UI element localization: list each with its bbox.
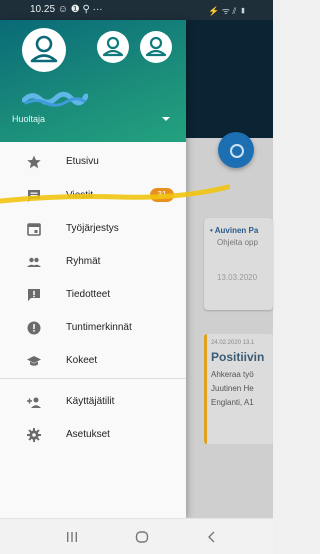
- other-account-avatar[interactable]: [140, 31, 172, 63]
- card-subject: Ohjeita opp: [217, 238, 258, 247]
- card-line: Juutinen He: [211, 384, 254, 393]
- status-time: 10.25 ☺ ❶ ⚲ ···: [30, 4, 103, 15]
- status-bar: 10.25 ☺ ❶ ⚲ ··· ⚡ ᯤ ⫽ ▮: [0, 0, 273, 20]
- message-icon: [28, 190, 40, 202]
- menu-item-label: Ryhmät: [66, 256, 101, 267]
- redaction-scribble: [22, 91, 88, 107]
- graduation-cap-icon: [27, 356, 41, 366]
- person-icon: [30, 35, 58, 63]
- menu-item-tuntimerkinnat[interactable]: Tuntimerkinnät: [0, 314, 186, 342]
- gear-icon: [27, 428, 41, 442]
- unread-count-badge: 31: [150, 188, 174, 202]
- recent-apps-icon[interactable]: [64, 529, 80, 545]
- other-account-avatar[interactable]: [97, 31, 129, 63]
- menu-item-label: Asetukset: [66, 429, 110, 440]
- person-icon: [145, 36, 167, 57]
- star-icon: [27, 155, 41, 169]
- menu-item-label: Työjärjestys: [66, 223, 119, 234]
- card-date: 24.02.2020 13.1: [211, 340, 255, 346]
- compose-fab[interactable]: [218, 132, 254, 168]
- menu-item-tyojarjestys[interactable]: Työjärjestys: [0, 215, 186, 243]
- card-title: Positiivin: [211, 350, 265, 364]
- back-icon[interactable]: [204, 529, 220, 545]
- menu-item-label: Viestit: [66, 190, 94, 201]
- menu-item-label: Tiedotteet: [66, 289, 111, 300]
- menu-item-etusivu[interactable]: Etusivu: [0, 148, 186, 176]
- menu-item-label: Käyttäjätilit: [66, 396, 115, 407]
- menu-item-kayttajatilit[interactable]: Käyttäjätilit: [0, 388, 186, 416]
- account-dropdown-icon[interactable]: [160, 114, 172, 124]
- navigation-drawer: Huoltaja Etusivu Viestit 31 Työjärjestys…: [0, 20, 186, 518]
- card-date: 13.03.2020: [217, 273, 258, 282]
- person-icon: [102, 36, 124, 57]
- menu-divider: [0, 378, 186, 379]
- menu-item-tiedotteet[interactable]: Tiedotteet: [0, 281, 186, 309]
- announcement-icon: [28, 289, 40, 301]
- announcement-card[interactable]: 24.02.2020 13.1 Positiivin Ahkeraa työ J…: [204, 334, 273, 444]
- home-icon[interactable]: [134, 529, 150, 545]
- menu-item-label: Etusivu: [66, 156, 99, 167]
- menu-item-kokeet[interactable]: Kokeet: [0, 347, 186, 375]
- account-name: Huoltaja: [12, 114, 46, 124]
- alert-icon: [27, 321, 41, 335]
- system-nav-bar: [0, 518, 273, 554]
- menu-item-label: Tuntimerkinnät: [66, 322, 132, 333]
- menu-item-asetukset[interactable]: Asetukset: [0, 421, 186, 449]
- status-icons: ⚡ ᯤ ⫽ ▮: [208, 6, 247, 16]
- menu-item-viestit[interactable]: Viestit 31: [0, 182, 186, 210]
- card-line: Englanti, A1: [211, 398, 254, 407]
- card-line: Ahkeraa työ: [211, 370, 254, 379]
- menu-item-ryhmat[interactable]: Ryhmät: [0, 248, 186, 276]
- menu-item-label: Kokeet: [66, 355, 98, 366]
- add-person-icon: [27, 397, 41, 408]
- calendar-icon: [27, 223, 41, 236]
- current-account-avatar[interactable]: [22, 28, 66, 72]
- message-card[interactable]: • Auvinen Pa Ohjeita opp 13.03.2020: [204, 218, 273, 310]
- card-sender: • Auvinen Pa: [210, 226, 259, 235]
- drawer-header: Huoltaja: [0, 20, 186, 142]
- group-icon: [27, 257, 41, 267]
